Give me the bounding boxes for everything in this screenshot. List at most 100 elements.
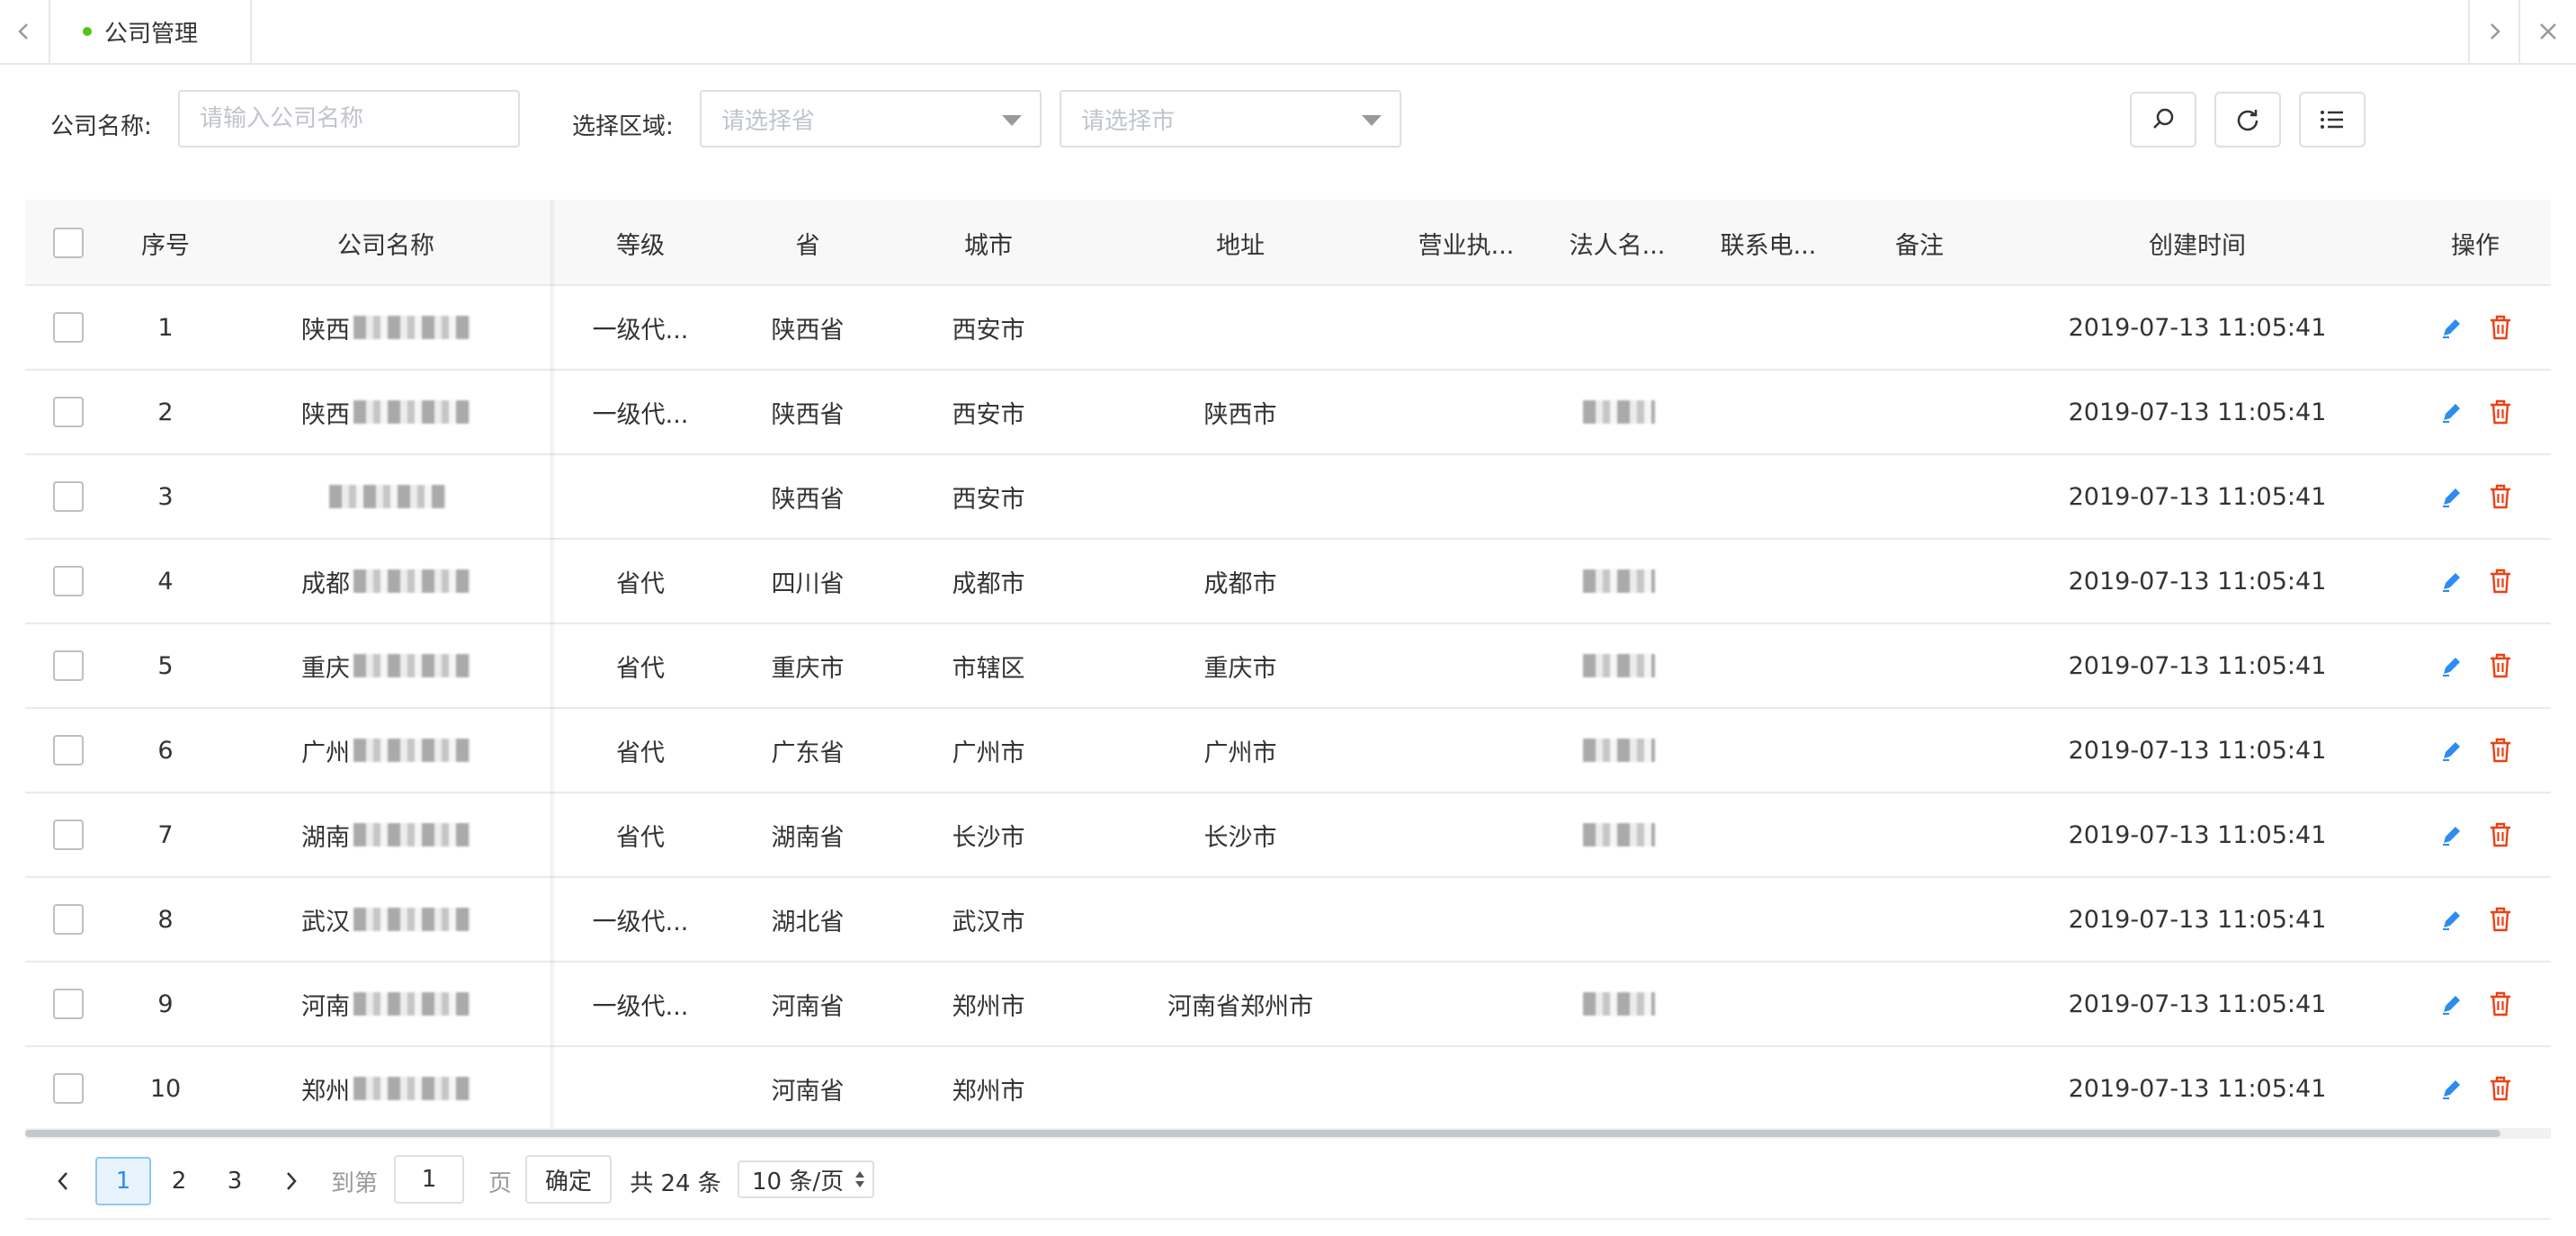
cell-company: 陕西 xyxy=(219,371,552,453)
scrollbar-thumb[interactable] xyxy=(25,1130,2500,1137)
delete-icon xyxy=(2491,822,2510,847)
city-select[interactable]: 请选择市 xyxy=(1060,90,1401,148)
cell-company: 武汉 xyxy=(219,878,552,961)
col-header-phone: 联系电... xyxy=(1720,231,1817,260)
edit-button[interactable] xyxy=(2436,819,2468,851)
row-checkbox[interactable] xyxy=(53,481,84,512)
edit-button[interactable] xyxy=(2436,1072,2468,1105)
prev-page-button[interactable] xyxy=(45,1157,81,1205)
tab-prev-button[interactable] xyxy=(0,0,50,63)
total-count: 共 24 条 xyxy=(630,1169,721,1197)
company-name-text: 陕西 xyxy=(301,316,350,345)
cell-city: 西安市 xyxy=(952,316,1025,345)
edit-icon xyxy=(2443,996,2460,1015)
edit-button[interactable] xyxy=(2436,734,2468,766)
cell-city: 郑州市 xyxy=(952,1077,1025,1106)
cell-index: 7 xyxy=(157,820,174,849)
tab-company-management[interactable]: 公司管理 xyxy=(52,0,252,63)
redacted-text xyxy=(353,908,470,931)
cell-index: 1 xyxy=(157,313,174,342)
table-row[interactable]: 7 湖南 省代 湖南省 长沙市 长沙市 2019-07-13 11:05:41 xyxy=(25,793,2551,878)
delete-button[interactable] xyxy=(2484,988,2517,1020)
delete-button[interactable] xyxy=(2484,903,2517,936)
cell-index: 9 xyxy=(157,990,174,1018)
table-row[interactable]: 3 陕西省 西安市 2019-07-13 11:05:41 xyxy=(25,455,2551,540)
row-checkbox[interactable] xyxy=(53,904,84,935)
edit-button[interactable] xyxy=(2436,311,2468,344)
cell-index: 5 xyxy=(157,651,174,680)
company-name-label: 公司名称: xyxy=(50,113,152,140)
table-row[interactable]: 8 武汉 一级代... 湖北省 武汉市 2019-07-13 11:05:41 xyxy=(25,878,2551,963)
company-name-input[interactable] xyxy=(200,92,518,146)
edit-icon xyxy=(2443,573,2460,592)
region-label: 选择区域: xyxy=(572,113,674,140)
tab-close-button[interactable] xyxy=(2518,0,2576,63)
delete-button[interactable] xyxy=(2484,396,2517,428)
cell-created: 2019-07-13 11:05:41 xyxy=(2068,651,2327,680)
tab-next-button[interactable] xyxy=(2468,0,2518,63)
row-checkbox[interactable] xyxy=(53,650,84,681)
cell-address xyxy=(1090,455,1391,538)
row-checkbox[interactable] xyxy=(53,397,84,427)
province-placeholder: 请选择省 xyxy=(721,107,816,135)
delete-icon xyxy=(2491,907,2510,932)
row-checkbox[interactable] xyxy=(53,989,84,1019)
delete-button[interactable] xyxy=(2484,1072,2517,1105)
page-button-2[interactable]: 2 xyxy=(151,1157,207,1205)
delete-button[interactable] xyxy=(2484,734,2517,766)
next-page-button[interactable] xyxy=(273,1157,309,1205)
delete-button[interactable] xyxy=(2484,480,2517,513)
edit-button[interactable] xyxy=(2436,988,2468,1020)
edit-button[interactable] xyxy=(2436,565,2468,597)
redacted-text xyxy=(353,823,470,846)
page-button-1[interactable]: 1 xyxy=(95,1157,151,1205)
cell-province: 广东省 xyxy=(771,739,845,767)
col-header-province: 省 xyxy=(795,231,820,260)
horizontal-scrollbar[interactable] xyxy=(25,1128,2551,1139)
goto-confirm-button[interactable]: 确定 xyxy=(525,1155,612,1204)
table-row[interactable]: 5 重庆 省代 重庆市 市辖区 重庆市 2019-07-13 11:05:41 xyxy=(25,624,2551,709)
edit-button[interactable] xyxy=(2436,649,2468,682)
table-row[interactable]: 6 广州 省代 广东省 广州市 广州市 2019-07-13 11:05:41 xyxy=(25,709,2551,793)
delete-button[interactable] xyxy=(2484,311,2517,344)
delete-icon xyxy=(2491,991,2510,1017)
redacted-text xyxy=(1583,569,1655,593)
province-select[interactable]: 请选择省 xyxy=(700,90,1042,148)
edit-button[interactable] xyxy=(2436,903,2468,936)
table-row[interactable]: 4 成都 省代 四川省 成都市 成都市 2019-07-13 11:05:41 xyxy=(25,540,2551,624)
cell-created: 2019-07-13 11:05:41 xyxy=(2068,905,2327,934)
close-icon xyxy=(2540,23,2556,40)
page-unit-label: 页 xyxy=(487,1169,512,1197)
row-checkbox[interactable] xyxy=(53,566,84,596)
delete-button[interactable] xyxy=(2484,565,2517,597)
row-checkbox[interactable] xyxy=(53,735,84,766)
row-checkbox[interactable] xyxy=(53,820,84,850)
table-row[interactable]: 1 陕西 一级代... 陕西省 西安市 2019-07-13 11:05:41 xyxy=(25,286,2551,371)
refresh-button[interactable] xyxy=(2214,92,2281,148)
cell-city: 郑州市 xyxy=(952,992,1025,1021)
fixed-column-shadow xyxy=(550,200,556,1128)
table-header: 序号 公司名称 等级 省 城市 地址 营业执... 法人名... 联系电... … xyxy=(25,200,2551,286)
table-row[interactable]: 2 陕西 一级代... 陕西省 西安市 陕西市 2019-07-13 11:05:41 xyxy=(25,371,2551,455)
company-name-text: 湖南 xyxy=(301,823,350,852)
cell-legal xyxy=(1542,455,1693,538)
select-all-checkbox[interactable] xyxy=(53,228,84,258)
table-row[interactable]: 10 郑州 河南省 郑州市 2019-07-13 11:05:41 xyxy=(25,1047,2551,1132)
row-checkbox[interactable] xyxy=(53,312,84,343)
page-button-3[interactable]: 3 xyxy=(207,1157,263,1205)
refresh-icon xyxy=(2237,110,2258,131)
redacted-text xyxy=(1583,823,1655,846)
delete-button[interactable] xyxy=(2484,649,2517,682)
table-row[interactable]: 9 河南 一级代... 河南省 郑州市 河南省郑州市 2019-07-13 11:05:41 xyxy=(25,963,2551,1047)
edit-button[interactable] xyxy=(2436,396,2468,428)
cell-legal xyxy=(1542,878,1693,961)
col-header-company: 公司名称 xyxy=(337,231,434,260)
page-size-select[interactable]: 10 条/页 xyxy=(738,1160,874,1198)
delete-button[interactable] xyxy=(2484,819,2517,851)
edit-button[interactable] xyxy=(2436,480,2468,513)
columns-button[interactable] xyxy=(2299,92,2366,148)
goto-page-input[interactable]: 1 xyxy=(394,1155,464,1204)
cell-province: 湖南省 xyxy=(771,823,845,852)
search-button[interactable] xyxy=(2130,92,2196,148)
row-checkbox[interactable] xyxy=(53,1073,84,1104)
